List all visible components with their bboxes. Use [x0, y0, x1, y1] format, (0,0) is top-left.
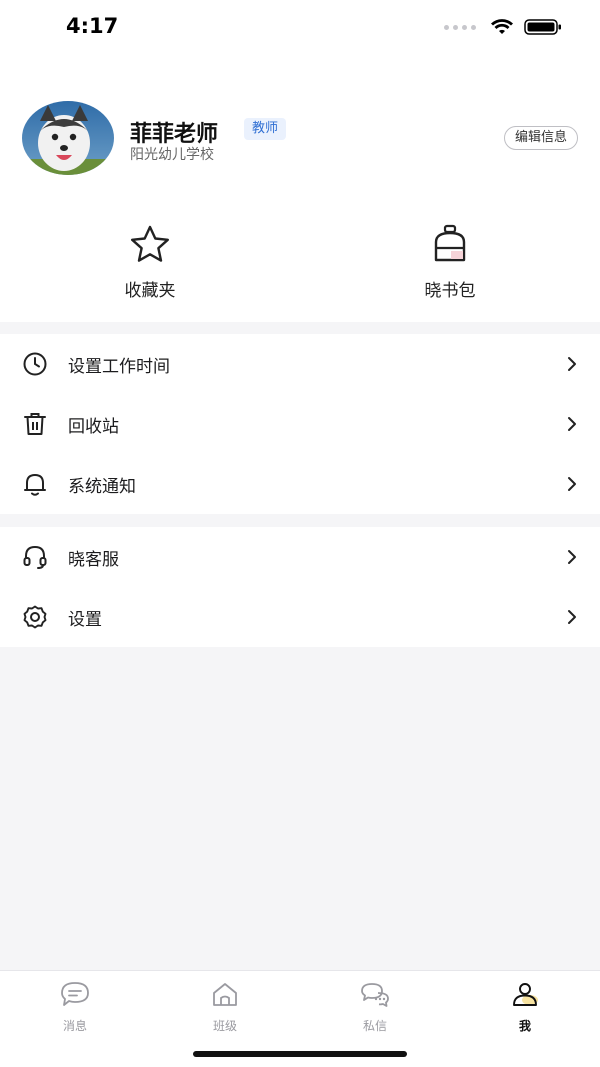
edit-info-button[interactable]: 编辑信息: [503, 126, 578, 150]
favorites-label: 收藏夹: [124, 281, 176, 301]
school-name: 阳光幼儿学校: [130, 147, 214, 163]
tab-label: 消息: [62, 1019, 87, 1033]
role-badge: 教师: [244, 118, 287, 140]
menu-item-settings[interactable]: 设置: [0, 587, 600, 647]
chat-icon: [361, 983, 389, 1007]
bell-icon: [24, 474, 46, 496]
menu-item-customer-service[interactable]: 晓客服: [0, 527, 600, 587]
tab-class[interactable]: 班级: [150, 981, 300, 1034]
tab-label: 我: [518, 1019, 531, 1033]
chevron-right-icon: [568, 550, 576, 564]
tab-label: 班级: [212, 1019, 237, 1033]
user-icon: [513, 983, 538, 1006]
tab-messages[interactable]: 消息: [0, 981, 150, 1034]
favorites-button[interactable]: 收藏夹: [0, 224, 300, 304]
chevron-right-icon: [568, 417, 576, 431]
trash-icon: [24, 413, 46, 435]
menu-item-system-notice[interactable]: 系统通知: [0, 454, 600, 514]
gear-icon: [23, 605, 47, 629]
menu-item-label: 设置: [68, 609, 102, 630]
headset-icon: [23, 545, 47, 569]
battery-icon: [524, 19, 561, 35]
schoolbag-button[interactable]: 晓书包: [300, 224, 600, 304]
wifi-icon: [491, 19, 513, 34]
menu-group-2: 晓客服 设置: [0, 527, 600, 647]
clock-icon: [23, 352, 47, 376]
avatar-image: [22, 101, 114, 175]
chevron-right-icon: [568, 357, 576, 371]
menu-item-work-time[interactable]: 设置工作时间: [0, 334, 600, 394]
star-icon: [131, 225, 169, 262]
tab-me[interactable]: 我: [450, 981, 600, 1034]
chevron-right-icon: [568, 610, 576, 624]
menu-group-1: 设置工作时间 回收站 系统通知: [0, 334, 600, 514]
profile-section: 菲菲老师 教师 阳光幼儿学校 编辑信息 收藏夹 晓书包: [0, 56, 600, 322]
status-time: 4:17: [66, 14, 119, 38]
menu-item-recycle-bin[interactable]: 回收站: [0, 394, 600, 454]
status-icons: [444, 18, 562, 36]
message-icon: [61, 982, 89, 1006]
avatar[interactable]: [22, 101, 114, 175]
tab-label: 私信: [362, 1019, 387, 1033]
home-indicator[interactable]: [193, 1051, 407, 1057]
menu-item-label: 系统通知: [68, 476, 136, 497]
signal-dots-icon: [444, 24, 476, 30]
chevron-right-icon: [568, 477, 576, 491]
schoolbag-icon: [434, 224, 466, 262]
tab-private-message[interactable]: 私信: [300, 981, 450, 1034]
menu-item-label: 回收站: [68, 416, 119, 437]
menu-item-label: 设置工作时间: [68, 356, 170, 377]
status-bar: 4:17: [0, 0, 600, 56]
home-icon: [213, 983, 237, 1006]
menu-item-label: 晓客服: [68, 549, 119, 570]
schoolbag-label: 晓书包: [424, 281, 476, 301]
